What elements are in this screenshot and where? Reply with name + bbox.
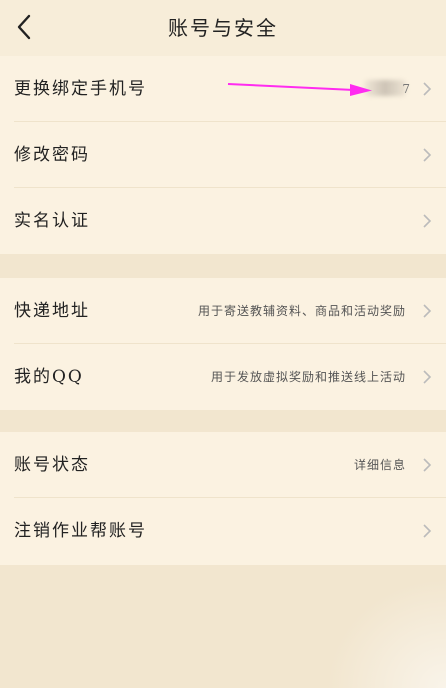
masked-phone-number <box>364 80 406 96</box>
chevron-right-icon <box>423 524 432 538</box>
row-label: 修改密码 <box>14 145 90 165</box>
row-label: 账号状态 <box>14 455 90 475</box>
chevron-right-icon <box>423 214 432 228</box>
row-detail: 用于寄送教辅资料、商品和活动奖励 <box>197 304 406 318</box>
nav-bar: 账号与安全 <box>0 0 446 56</box>
section-gap <box>0 410 446 432</box>
row-label: 注销作业帮账号 <box>14 521 147 541</box>
phone-number-tail: 7 <box>402 82 410 96</box>
row-cancel-account[interactable]: 注销作业帮账号 <box>0 498 446 564</box>
row-detail: 用于发放虚拟奖励和推送线上活动 <box>210 370 406 384</box>
chevron-right-icon <box>423 148 432 162</box>
row-label: 实名认证 <box>14 211 90 231</box>
chevron-right-icon <box>423 304 432 318</box>
row-change-password[interactable]: 修改密码 <box>0 122 446 188</box>
chevron-right-icon <box>423 82 432 96</box>
row-label: 更换绑定手机号 <box>14 79 147 99</box>
row-detail: 详细信息 <box>353 458 406 472</box>
section-gap <box>0 254 446 278</box>
group-account-status: 账号状态 详细信息 注销作业帮账号 <box>0 432 446 565</box>
chevron-right-icon <box>423 458 432 472</box>
row-delivery-address[interactable]: 快递地址 用于寄送教辅资料、商品和活动奖励 <box>0 278 446 344</box>
row-real-name-verification[interactable]: 实名认证 <box>0 188 446 254</box>
row-my-qq[interactable]: 我的QQ 用于发放虚拟奖励和推送线上活动 <box>0 344 446 410</box>
row-label: 我的QQ <box>14 367 84 387</box>
page-title: 账号与安全 <box>168 16 278 40</box>
group-contact: 快递地址 用于寄送教辅资料、商品和活动奖励 我的QQ 用于发放虚拟奖励和推送线上… <box>0 278 446 410</box>
empty-area <box>0 565 446 688</box>
row-label: 快递地址 <box>14 301 90 321</box>
group-account: 更换绑定手机号 7 修改密码 实名认证 <box>0 56 446 254</box>
row-change-phone[interactable]: 更换绑定手机号 7 <box>0 56 446 122</box>
watermark-glow <box>326 578 446 688</box>
chevron-right-icon <box>423 370 432 384</box>
row-account-status[interactable]: 账号状态 详细信息 <box>0 432 446 498</box>
